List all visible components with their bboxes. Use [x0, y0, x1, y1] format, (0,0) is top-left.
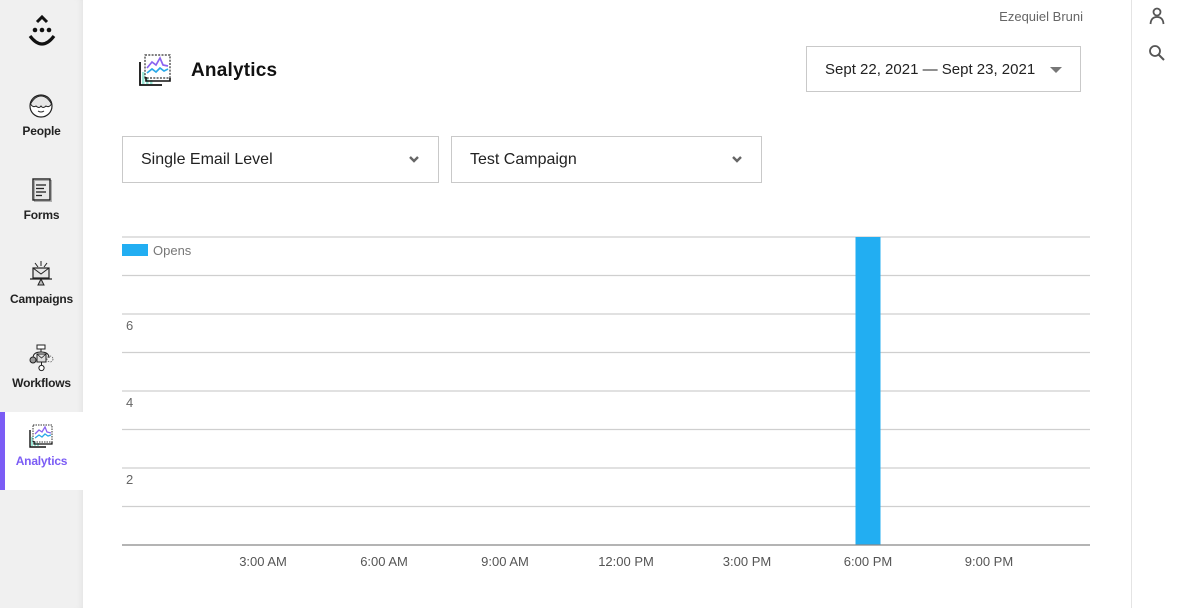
page-title: Analytics — [191, 60, 278, 81]
people-icon — [29, 94, 53, 118]
sidebar-item-label: Workflows — [12, 376, 71, 390]
x-tick-label: 3:00 AM — [239, 554, 287, 569]
level-select-value: Single Email Level — [141, 151, 273, 168]
x-tick-label: 9:00 AM — [481, 554, 529, 569]
campaigns-icon — [30, 261, 52, 286]
sidebar-item-forms[interactable]: Forms — [0, 166, 83, 244]
y-tick-label: 4 — [126, 395, 133, 410]
y-axis-ticks: 2 4 6 — [126, 318, 133, 487]
sidebar-item-label: People — [22, 124, 61, 138]
sidebar-item-analytics[interactable]: Analytics — [0, 412, 83, 490]
sidebar-item-workflows[interactable]: Workflows — [0, 334, 83, 412]
chevron-down-icon — [732, 156, 742, 163]
user-icon[interactable] — [1148, 7, 1166, 25]
campaign-select[interactable]: Test Campaign — [451, 136, 762, 183]
legend-label: Opens — [153, 243, 192, 258]
caret-down-icon — [1050, 67, 1062, 73]
bar-opens — [855, 237, 881, 545]
legend-swatch — [122, 244, 148, 256]
x-tick-label: 12:00 PM — [598, 554, 654, 569]
x-tick-label: 3:00 PM — [723, 554, 771, 569]
chart-bars — [855, 237, 881, 545]
smiley-logo-icon[interactable] — [22, 14, 62, 54]
sidebar-item-label: Forms — [23, 208, 60, 222]
right-panel — [1131, 0, 1179, 608]
analytics-icon — [29, 424, 53, 448]
forms-icon — [32, 178, 52, 202]
sidebar-item-campaigns[interactable]: Campaigns — [0, 250, 83, 328]
x-tick-label: 6:00 PM — [844, 554, 892, 569]
x-axis-ticks: 3:00 AM 6:00 AM 9:00 AM 12:00 PM 3:00 PM 6:00… — [239, 554, 1013, 569]
chart-legend: Opens — [122, 243, 192, 258]
campaign-select-value: Test Campaign — [470, 151, 577, 168]
user-name[interactable]: Ezequiel Bruni — [999, 9, 1083, 24]
date-range-picker[interactable]: Sept 22, 2021 — Sept 23, 2021 — [806, 46, 1081, 92]
x-tick-label: 9:00 PM — [965, 554, 1013, 569]
date-range-value: Sept 22, 2021 — Sept 23, 2021 — [825, 61, 1036, 78]
analytics-icon — [139, 54, 171, 86]
chevron-down-icon — [409, 156, 419, 163]
chart-gridlines — [122, 236, 1090, 508]
sidebar-item-label: Analytics — [15, 454, 68, 468]
level-select[interactable]: Single Email Level — [122, 136, 439, 183]
x-tick-label: 6:00 AM — [360, 554, 408, 569]
sidebar: People Forms Campaigns Workflows Analyti… — [0, 0, 83, 608]
search-icon[interactable] — [1148, 44, 1166, 62]
y-tick-label: 2 — [126, 472, 133, 487]
sidebar-item-people[interactable]: People — [0, 82, 83, 160]
workflows-icon — [29, 344, 54, 372]
sidebar-item-label: Campaigns — [10, 292, 73, 306]
y-tick-label: 6 — [126, 318, 133, 333]
